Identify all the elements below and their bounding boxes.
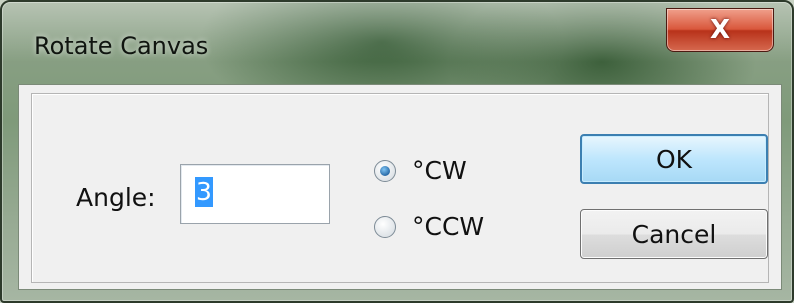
radio-selected-dot — [380, 165, 390, 176]
radio-cw[interactable]: °CW — [374, 156, 467, 185]
radio-ccw[interactable]: °CCW — [374, 212, 484, 241]
close-button[interactable]: X — [666, 8, 774, 52]
angle-input[interactable]: 3 — [180, 164, 330, 224]
radio-ccw-circle[interactable] — [374, 215, 396, 238]
ok-button[interactable]: OK — [580, 134, 768, 184]
angle-value: 3 — [195, 177, 213, 207]
cancel-button[interactable]: Cancel — [580, 209, 768, 259]
radio-cw-label: °CW — [412, 156, 467, 185]
inner-frame: Angle: 3 °CW °CCW OK Cancel — [31, 93, 769, 283]
rotate-canvas-dialog: Rotate Canvas X Angle: 3 °CW °CCW OK Can… — [0, 0, 794, 303]
radio-ccw-label: °CCW — [412, 212, 485, 241]
angle-label: Angle: — [76, 183, 156, 212]
close-icon: X — [709, 15, 731, 45]
dialog-content: Angle: 3 °CW °CCW OK Cancel — [18, 84, 782, 290]
dialog-title: Rotate Canvas — [34, 32, 209, 60]
radio-cw-circle[interactable] — [374, 159, 396, 182]
